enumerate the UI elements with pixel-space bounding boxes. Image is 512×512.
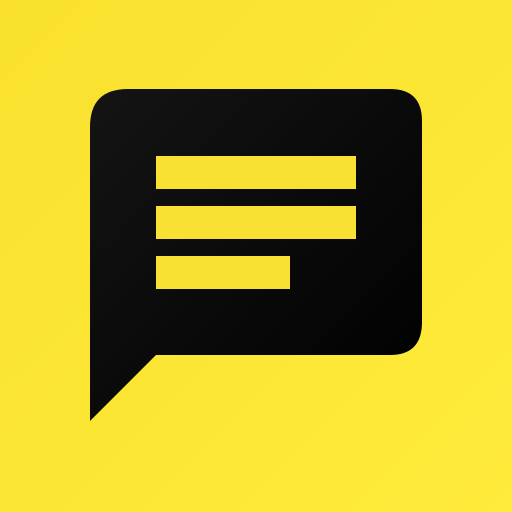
app-icon[interactable] <box>0 0 512 512</box>
message-line-3 <box>156 256 290 289</box>
message-line-2 <box>156 206 356 239</box>
message-line-1 <box>156 156 356 189</box>
message-bubble-icon <box>0 0 512 512</box>
